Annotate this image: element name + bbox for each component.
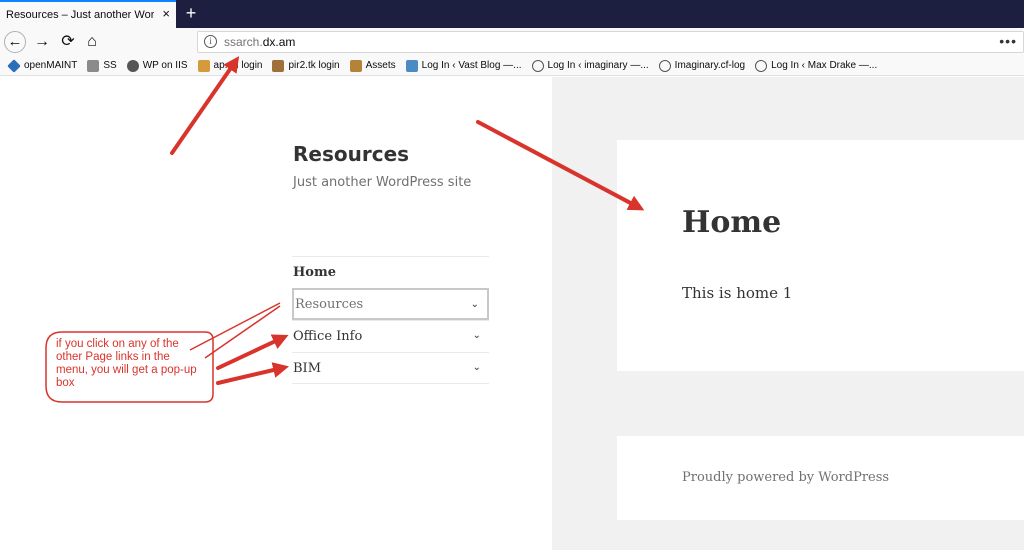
main-menu: Home Resources ⌄ Office Info ⌄ BIM ⌄ xyxy=(292,256,489,384)
chevron-down-icon[interactable]: ⌄ xyxy=(471,299,479,310)
bookmark-item[interactable]: Log In ‹ Vast Blog —... xyxy=(405,59,522,72)
site-title[interactable]: Resources xyxy=(293,142,409,166)
page-title: Home xyxy=(682,205,782,240)
menu-item-bim[interactable]: BIM ⌄ xyxy=(292,352,489,384)
menu-item-label: Home xyxy=(293,265,336,280)
landscape-icon xyxy=(405,59,418,72)
bookmark-item[interactable]: SS xyxy=(87,59,117,72)
tab-title: Resources – Just another WordPress xyxy=(6,9,154,21)
menu-item-label: BIM xyxy=(293,360,321,376)
bookmark-item[interactable]: pir2.tk login xyxy=(272,59,340,72)
content-card: Home This is home 1 xyxy=(617,140,1024,371)
bookmark-item[interactable]: ap...n login xyxy=(197,59,263,72)
folder-icon xyxy=(87,59,100,72)
globe-icon xyxy=(658,59,671,72)
navigation-bar: ← → ⟳ ⌂ i ssarch.dx.am ••• xyxy=(0,28,1024,56)
menu-item-resources[interactable]: Resources ⌄ xyxy=(292,288,489,320)
bookmarks-toolbar: openMAINT SS WP on IIS ap...n login pir2.tk … xyxy=(0,56,1024,76)
bookmark-item[interactable]: WP on IIS xyxy=(126,59,188,72)
bookmark-item[interactable]: openMAINT xyxy=(7,58,78,73)
footer-credit-link[interactable]: Proudly powered by WordPress xyxy=(682,470,889,485)
image-icon xyxy=(349,59,362,72)
bookmark-label: Log In ‹ Max Drake —... xyxy=(771,60,878,71)
tab-strip: Resources – Just another WordPress × + xyxy=(0,0,1024,28)
chevron-down-icon[interactable]: ⌄ xyxy=(473,362,481,373)
browser-window: Resources – Just another WordPress × + ←… xyxy=(0,0,1024,550)
url-subdomain: ssarch. xyxy=(224,35,263,49)
url-domain: dx.am xyxy=(262,35,296,49)
info-icon[interactable]: i xyxy=(204,35,217,48)
bookmark-label: pir2.tk login xyxy=(288,60,340,71)
openmaint-icon xyxy=(7,58,21,73)
bookmark-label: Assets xyxy=(365,60,396,71)
back-button[interactable]: ← xyxy=(4,31,26,53)
site-description: Just another WordPress site xyxy=(293,175,472,190)
bookmark-label: SS xyxy=(103,60,117,71)
menu-item-office-info[interactable]: Office Info ⌄ xyxy=(292,320,489,352)
bookmark-label: Log In ‹ imaginary —... xyxy=(547,60,649,71)
wordpress-icon xyxy=(126,59,139,72)
site-footer: Proudly powered by WordPress xyxy=(617,436,1024,520)
bookmark-label: WP on IIS xyxy=(142,60,188,71)
forward-button[interactable]: → xyxy=(31,31,53,53)
bookmark-item[interactable]: Assets xyxy=(349,59,396,72)
chevron-down-icon[interactable]: ⌄ xyxy=(473,330,481,341)
menu-item-label: Resources xyxy=(295,296,364,312)
close-icon[interactable]: × xyxy=(162,7,170,21)
url-bar[interactable]: i ssarch.dx.am ••• xyxy=(197,31,1024,53)
new-tab-button[interactable]: + xyxy=(180,2,202,24)
web-page: Resources Just another WordPress site Ho… xyxy=(0,77,1024,550)
menu-item-label: Office Info xyxy=(293,329,363,344)
bookmark-item[interactable]: Log In ‹ imaginary —... xyxy=(531,59,649,72)
url-text[interactable]: ssarch.dx.am xyxy=(224,35,295,49)
home-button[interactable]: ⌂ xyxy=(81,31,103,53)
reload-button[interactable]: ⟳ xyxy=(57,31,79,53)
image-icon xyxy=(197,59,210,72)
page-body: This is home 1 xyxy=(682,284,793,302)
bookmark-item[interactable]: Imaginary.cf-log xyxy=(658,59,746,72)
globe-icon xyxy=(531,59,544,72)
bookmark-label: Log In ‹ Vast Blog —... xyxy=(421,60,522,71)
tab-resources[interactable]: Resources – Just another WordPress × xyxy=(0,0,176,28)
bookmark-label: Imaginary.cf-log xyxy=(674,60,746,71)
callout-text: if you click on any of the other Page li… xyxy=(56,338,197,389)
sidebar: Resources Just another WordPress site Ho… xyxy=(0,77,552,550)
image-icon xyxy=(272,59,285,72)
menu-item-home[interactable]: Home xyxy=(292,256,489,288)
page-actions-menu-icon[interactable]: ••• xyxy=(999,33,1017,49)
bookmark-label: openMAINT xyxy=(24,60,78,71)
globe-icon xyxy=(755,59,768,72)
bookmark-label: ap...n login xyxy=(213,60,263,71)
bookmark-item[interactable]: Log In ‹ Max Drake —... xyxy=(755,59,878,72)
